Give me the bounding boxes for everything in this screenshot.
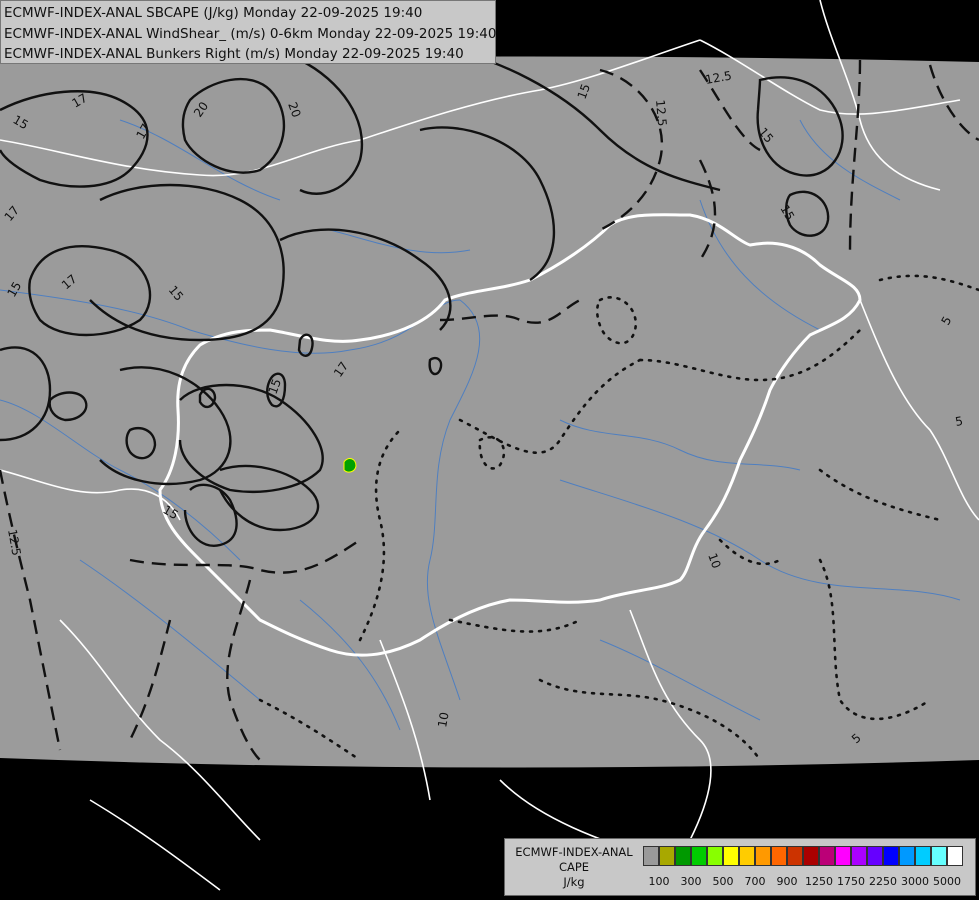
legend-tick-label: 700	[744, 875, 766, 888]
legend-tick-labels: 100 300 500 700 900 1250 1750 2250 3000 5000	[505, 875, 977, 889]
title-line-sbcape: ECMWF-INDEX-ANAL SBCAPE (J/kg) Monday 22…	[4, 5, 423, 21]
legend-swatch	[643, 846, 659, 866]
legend-swatch	[915, 846, 931, 866]
legend-title-model: ECMWF-INDEX-ANAL	[515, 845, 633, 859]
legend-title-variable: CAPE	[558, 860, 590, 874]
legend-tick-label: 1250	[805, 875, 833, 888]
legend-swatch	[755, 846, 771, 866]
legend-swatch	[851, 846, 867, 866]
legend-swatch	[707, 846, 723, 866]
legend-swatch	[691, 846, 707, 866]
legend-tick-label: 3000	[901, 875, 929, 888]
legend-tick-label: 2250	[869, 875, 897, 888]
legend-swatch	[771, 846, 787, 866]
legend-tick-label: 900	[776, 875, 798, 888]
title-line-windshear: ECMWF-INDEX-ANAL WindShear_ (m/s) 0-6km …	[4, 25, 497, 42]
legend-swatch	[899, 846, 915, 866]
cape-spot	[343, 458, 357, 473]
legend-tick-label: 1750	[837, 875, 865, 888]
legend-color-scale	[643, 846, 963, 867]
legend-swatch	[787, 846, 803, 866]
legend-swatch	[675, 846, 691, 866]
map-title-box: ECMWF-INDEX-ANAL SBCAPE (J/kg) Monday 22…	[0, 0, 496, 64]
legend-tick-label: 100	[648, 875, 670, 888]
legend-swatch	[867, 846, 883, 866]
legend-tick-label: 5000	[933, 875, 961, 888]
legend-swatch	[931, 846, 947, 866]
legend-swatch	[659, 846, 675, 866]
legend-swatch	[819, 846, 835, 866]
legend-swatch	[739, 846, 755, 866]
title-line-bunkers: ECMWF-INDEX-ANAL Bunkers Right (m/s) Mon…	[4, 46, 464, 62]
legend-swatch	[835, 846, 851, 866]
label-bk-7: 10	[435, 711, 451, 728]
legend-tick-label: 300	[680, 875, 702, 888]
legend-swatch	[947, 846, 963, 866]
label-bk-1: 12.5	[653, 99, 669, 127]
legend-swatch	[723, 846, 739, 866]
legend-swatch	[803, 846, 819, 866]
legend-tick-label: 500	[712, 875, 734, 888]
cape-legend: ECMWF-INDEX-ANAL CAPE J/kg 100 300 500 700 9…	[504, 838, 976, 896]
weather-map: 17 20 20 17 17 15 15 15 15 15 17 17 12.5…	[0, 0, 979, 900]
legend-swatch	[883, 846, 899, 866]
